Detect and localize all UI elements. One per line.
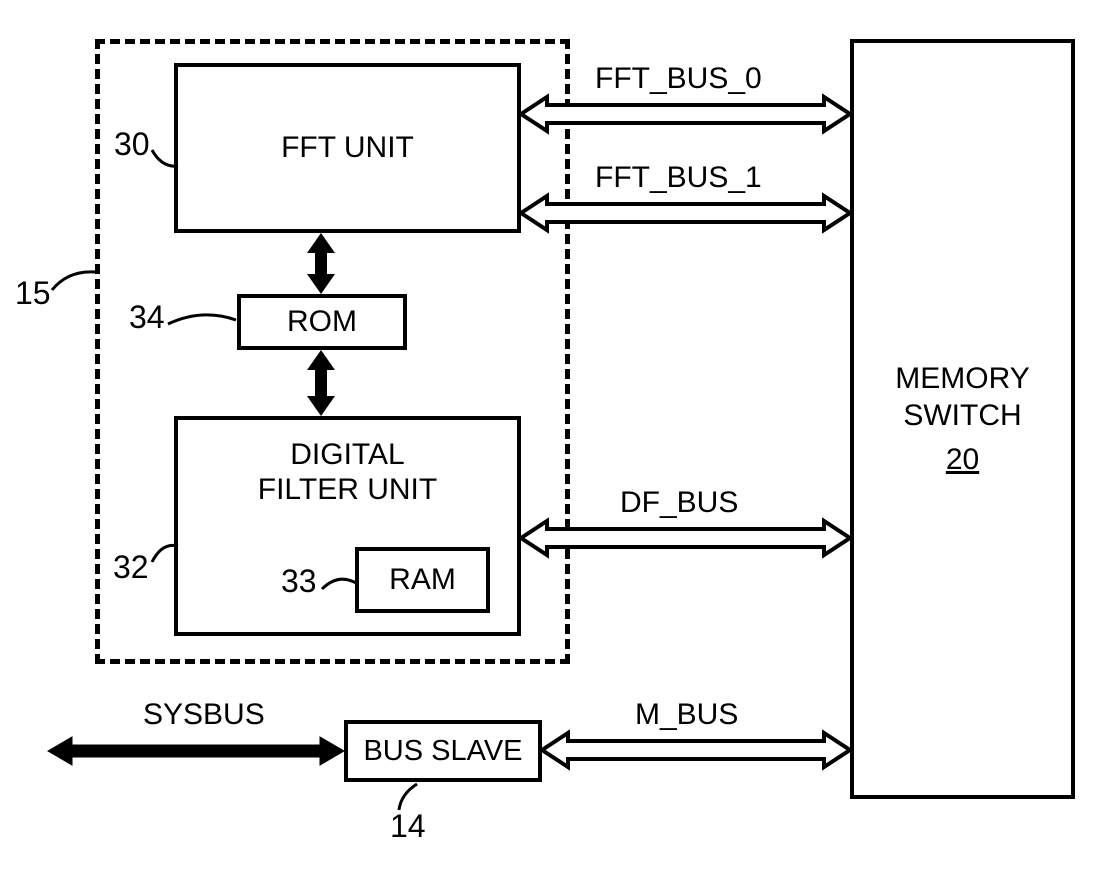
m-bus-label: M_BUS — [635, 698, 738, 732]
sysbus-label: SYSBUS — [143, 698, 265, 732]
memory-switch-ref: 20 — [946, 441, 979, 479]
ram-label: RAM — [389, 563, 456, 597]
memory-switch-label-2: SWITCH — [903, 397, 1021, 435]
fft-bus-1-arrow — [521, 196, 850, 230]
ref-fft-unit: 30 — [114, 126, 150, 163]
fft-unit-label: FFT UNIT — [281, 131, 414, 165]
memory-switch-block: MEMORY SWITCH 20 — [850, 39, 1075, 799]
fft-unit-block: FFT UNIT — [174, 63, 521, 233]
df-bus-label: DF_BUS — [620, 486, 738, 520]
df-bus-arrow — [521, 521, 850, 555]
ref-ram: 33 — [281, 563, 317, 600]
rom-label: ROM — [287, 305, 357, 339]
ram-block: RAM — [355, 547, 490, 613]
sysbus-arrow — [48, 737, 344, 765]
ref-digital-filter: 32 — [113, 549, 149, 586]
bus-slave-block: BUS SLAVE — [344, 720, 542, 782]
memory-switch-label-1: MEMORY — [895, 360, 1029, 398]
fft-bus-0-label: FFT_BUS_0 — [595, 62, 762, 96]
fft-bus-0-arrow — [521, 97, 850, 131]
diagram-canvas: FFT UNIT ROM DIGITAL FILTER UNIT RAM BUS… — [0, 0, 1094, 875]
fft-rom-arrow — [307, 233, 335, 294]
bus-slave-label: BUS SLAVE — [363, 735, 522, 768]
ref-rom: 34 — [129, 299, 165, 336]
m-bus-arrow — [542, 733, 850, 767]
ref-bus-slave: 14 — [390, 808, 426, 845]
ref-group: 15 — [15, 275, 51, 312]
fft-bus-1-label: FFT_BUS_1 — [595, 161, 762, 195]
rom-block: ROM — [237, 294, 407, 350]
digital-filter-label: DIGITAL FILTER UNIT — [258, 438, 437, 507]
rom-df-arrow — [307, 350, 335, 416]
